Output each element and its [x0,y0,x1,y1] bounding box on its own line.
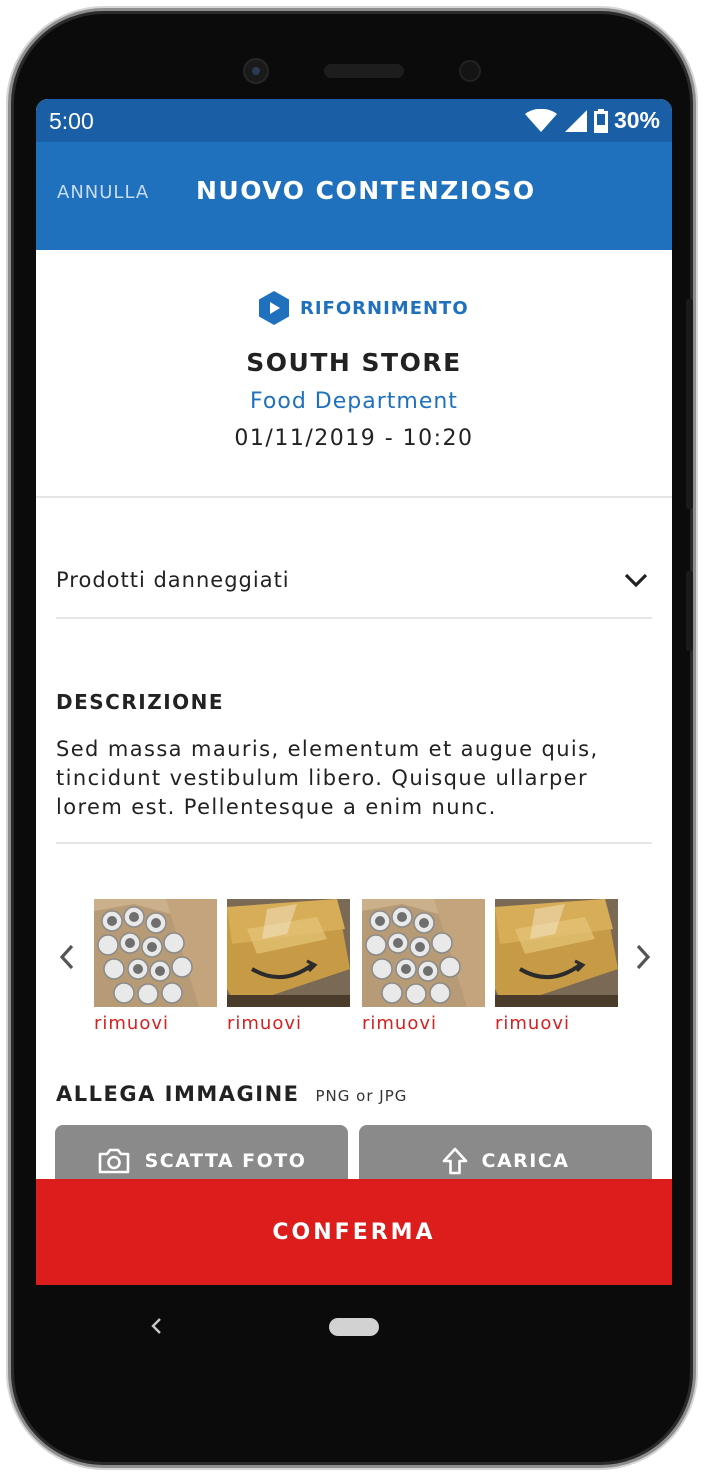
gallery-item: rimuovi [94,899,217,1034]
store-name: SOUTH STORE [246,348,462,377]
dispute-type-select[interactable]: Prodotti danneggiati [56,546,652,619]
upload-label: CARICA [481,1150,570,1172]
power-button [686,571,693,651]
wifi-icon [524,108,557,132]
attach-format-hint: PNG or JPG [315,1087,408,1105]
status-bar: 5:00 30% [36,99,672,142]
chevron-left-icon[interactable] [58,943,76,971]
attach-title: ALLEGA IMMAGINE [56,1082,300,1106]
earpiece [324,64,404,78]
dispute-type-value: Prodotti danneggiati [56,568,290,592]
category-badge: RIFORNIMENTO [258,290,469,326]
back-icon[interactable] [148,1313,164,1339]
gallery-item: rimuovi [227,899,350,1034]
signal-icon [564,109,587,132]
status-time: 5:00 [49,108,94,134]
gallery-item: rimuovi [362,899,485,1034]
description-label: DESCRIZIONE [56,690,225,714]
front-camera [243,58,269,84]
chevron-down-icon [624,573,648,588]
damaged-box-photo [495,899,618,1007]
battery-percent: 30% [613,107,660,133]
description-text: Sed massa mauris, elementum et augue qui… [56,735,656,822]
image-gallery: rimuovi rimuovi rimuovi rimuovi [36,899,672,1039]
attach-section-header: ALLEGA IMMAGINE PNG or JPG [56,1082,407,1106]
chevron-right-icon[interactable] [634,943,652,971]
description-line: Sed massa mauris, elementum et augue qui… [56,737,599,761]
mugs-in-box-photo [94,899,217,1007]
category-label: RIFORNIMENTO [300,297,469,319]
confirm-button[interactable]: CONFERMA [36,1179,672,1285]
camera-icon [98,1148,129,1174]
divider [56,842,652,844]
status-icons: 30% [524,107,660,134]
page-title: NUOVO CONTENZIOSO [196,176,536,205]
proximity-sensor [459,60,481,82]
department-name: Food Department [250,389,458,414]
battery-icon [593,108,608,133]
cancel-button[interactable]: ANNULLA [57,182,149,203]
remove-image-link[interactable]: rimuovi [94,1013,217,1034]
remove-image-link[interactable]: rimuovi [495,1013,618,1034]
home-button[interactable] [329,1318,379,1336]
system-nav-bar [36,1285,672,1375]
upload-arrow-icon [442,1147,467,1175]
damaged-box-photo [227,899,350,1007]
app-bar: ANNULLA NUOVO CONTENZIOSO [36,142,672,250]
description-line: lorem est. Pellentesque a enim nunc. [56,795,497,819]
order-datetime: 01/11/2019 - 10:20 [234,426,474,451]
remove-image-link[interactable]: rimuovi [227,1013,350,1034]
volume-button [686,299,693,509]
mugs-in-box-photo [362,899,485,1007]
remove-image-link[interactable]: rimuovi [362,1013,485,1034]
screen: 5:00 30% ANNULLA NUOVO CONTENZIOSO RIFOR… [36,99,672,1285]
take-photo-label: SCATTA FOTO [144,1150,307,1172]
gallery-item: rimuovi [495,899,618,1034]
order-header: RIFORNIMENTO SOUTH STORE Food Department… [36,250,672,498]
hexagon-play-icon [259,291,289,325]
description-line: tincidunt vestibulum libero. Quisque ull… [56,766,589,790]
